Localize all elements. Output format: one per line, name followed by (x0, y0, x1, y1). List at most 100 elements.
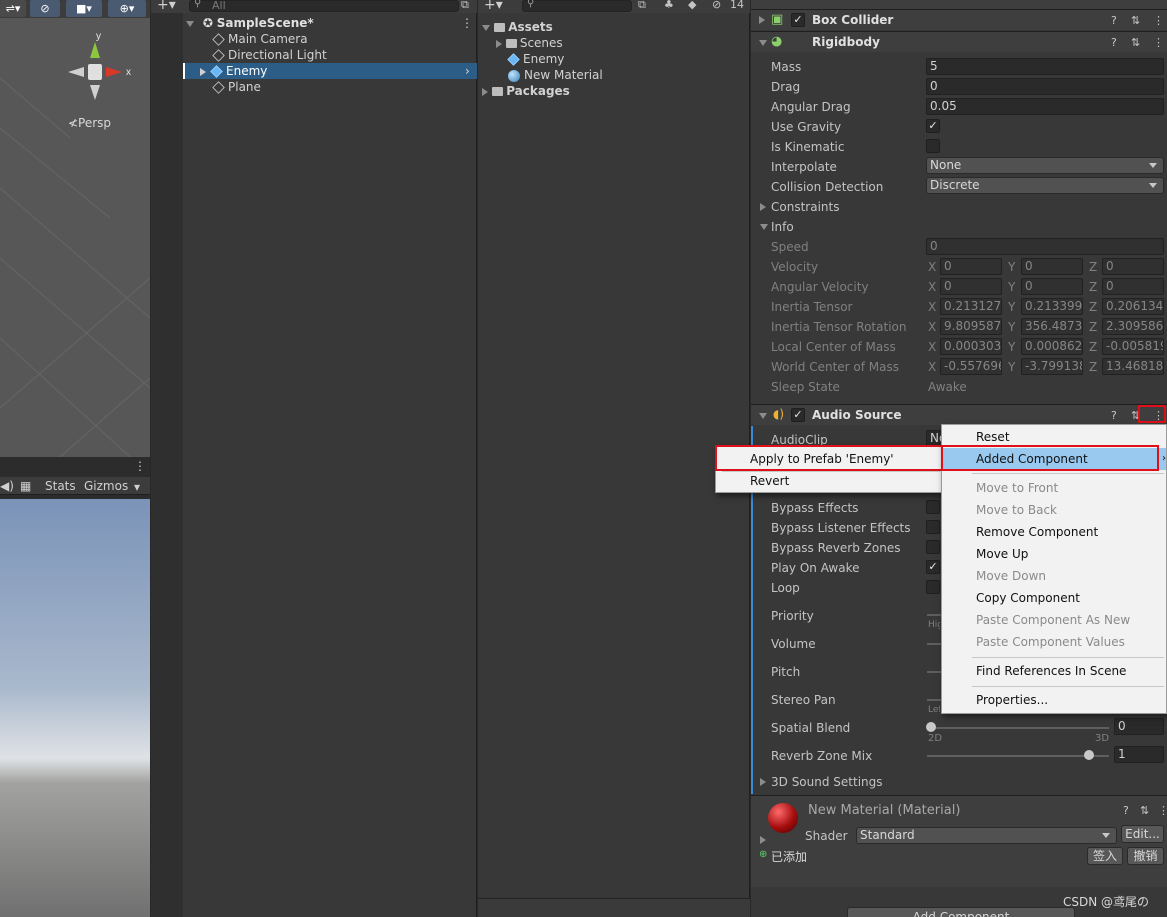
menu-item-move-down[interactable]: Move Down (942, 565, 1166, 587)
reverb-zone-mix-knob[interactable] (1084, 750, 1094, 760)
reverb-zone-mix-field[interactable]: 1 (1114, 746, 1164, 763)
folder-packages[interactable]: Packages (482, 83, 570, 99)
scene-row[interactable]: ✪ SampleScene* ⋮ (183, 15, 477, 31)
more-options-icon[interactable]: ⋮ (134, 459, 146, 473)
menu-item-move-up[interactable]: Move Up (942, 543, 1166, 565)
hierarchy-item-enemy[interactable]: Enemy › (183, 63, 477, 79)
stereo-pan-slider[interactable] (927, 699, 941, 701)
menu-item-move-to-back[interactable]: Move to Back (942, 499, 1166, 521)
expand-triangle-icon[interactable] (760, 836, 766, 844)
revert-item[interactable]: Revert (716, 470, 943, 492)
help-icon[interactable]: ? (1111, 36, 1117, 49)
bypass-listener-checkbox[interactable] (926, 520, 940, 534)
gizmo-menu-button[interactable]: ⊕▾ (108, 0, 146, 17)
menu-item-copy-component[interactable]: Copy Component (942, 587, 1166, 609)
asset-new-material[interactable]: New Material (508, 67, 603, 83)
preset-icon[interactable]: ⇅ (1131, 14, 1140, 27)
mass-field[interactable]: 5 (926, 58, 1164, 75)
reverb-zone-mix-slider[interactable] (927, 755, 1109, 757)
orientation-gizmo[interactable]: y x (60, 30, 132, 102)
help-icon[interactable]: ? (1111, 14, 1117, 27)
spatial-blend-knob[interactable] (926, 722, 936, 732)
expand-triangle-icon[interactable] (482, 87, 488, 96)
folder-scenes[interactable]: Scenes (496, 35, 563, 51)
menu-item-move-to-front[interactable]: Move to Front (942, 477, 1166, 499)
rigidbody-header[interactable]: ◕ Rigidbody ? ⇅ ⋮ (751, 31, 1167, 52)
box-collider-enabled-checkbox[interactable]: ✓ (791, 13, 805, 27)
bypass-reverb-checkbox[interactable] (926, 540, 940, 554)
interpolate-dropdown[interactable]: None (926, 157, 1164, 174)
edit-shader-button[interactable]: Edit... (1121, 825, 1164, 843)
checkin-button[interactable]: 签入 (1087, 847, 1123, 865)
drag-field[interactable]: 0 (926, 78, 1164, 95)
info-foldout[interactable]: Info (771, 220, 794, 234)
menu-item-properties[interactable]: Properties... (942, 689, 1166, 711)
camera-menu-button[interactable]: ■▾ (66, 0, 102, 17)
collision-detection-dropdown[interactable]: Discrete (926, 177, 1164, 194)
scene-menu-icon[interactable]: ⋮ (461, 15, 473, 31)
expand-triangle-icon[interactable] (200, 67, 206, 76)
collapse-triangle-icon[interactable] (759, 40, 767, 46)
filter-type-icon[interactable]: ♣ (664, 0, 674, 11)
audio-source-enabled-checkbox[interactable]: ✓ (791, 408, 805, 422)
audio-icon[interactable]: ◀) (0, 479, 14, 493)
play-on-awake-checkbox[interactable]: ✓ (926, 560, 940, 574)
loop-checkbox[interactable] (926, 580, 940, 594)
label-filter-icon[interactable]: ◆ (688, 0, 696, 11)
shader-dropdown[interactable]: Standard (856, 827, 1117, 844)
box-collider-header[interactable]: ▣ ✓ Box Collider ? ⇅ ⋮ (751, 9, 1167, 30)
add-icon[interactable]: +▾ (157, 0, 176, 13)
collapse-triangle-icon[interactable] (759, 413, 767, 419)
material-menu-icon[interactable]: ⋮ (1158, 804, 1167, 817)
constraints-foldout[interactable]: Constraints (771, 200, 839, 214)
sound-3d-settings-foldout[interactable]: 3D Sound Settings (771, 775, 883, 789)
grid-icon[interactable]: ▦ (20, 479, 31, 493)
help-icon[interactable]: ? (1111, 409, 1117, 422)
visibility-toggle-button[interactable]: ⊘ (30, 0, 60, 17)
lock-icon[interactable]: ⧉ (638, 0, 646, 12)
component-menu-icon[interactable]: ⋮ (1153, 14, 1164, 27)
asset-enemy-prefab[interactable]: Enemy (507, 51, 564, 67)
expand-triangle-icon[interactable] (186, 20, 194, 27)
preset-icon[interactable]: ⇅ (1131, 36, 1140, 49)
game-view[interactable]: ⋮ ◀) ▦ Stats Gizmos ▾ (0, 457, 150, 917)
expand-triangle-icon[interactable] (496, 39, 502, 48)
is-kinematic-checkbox[interactable] (926, 139, 940, 153)
audio-source-header[interactable]: ◖) ✓ Audio Source ? ⇅ ⋮ (751, 404, 1167, 425)
expand-triangle-icon[interactable] (760, 203, 766, 211)
hierarchy-item-main-camera[interactable]: Main Camera (183, 31, 477, 47)
volume-slider[interactable] (927, 643, 941, 645)
menu-item-find-references[interactable]: Find References In Scene (942, 660, 1166, 682)
revert-button[interactable]: 撤销 (1127, 847, 1164, 865)
expand-triangle-icon[interactable] (482, 24, 490, 31)
hierarchy-search-input[interactable]: ⚲ All (189, 0, 459, 12)
angular-drag-field[interactable]: 0.05 (926, 98, 1164, 115)
bypass-effects-checkbox[interactable] (926, 500, 940, 514)
hierarchy-item-plane[interactable]: Plane (183, 79, 477, 95)
help-icon[interactable]: ? (1123, 804, 1129, 817)
collapse-triangle-icon[interactable] (760, 224, 768, 230)
scene-view[interactable]: ⇌▾ ⊘ ■▾ ⊕▾ y x ≮Persp (0, 0, 150, 457)
spatial-blend-slider[interactable] (927, 727, 1109, 729)
spatial-blend-field[interactable]: 0 (1114, 718, 1164, 735)
hierarchy-item-directional-light[interactable]: Directional Light (183, 47, 477, 63)
menu-item-paste-values[interactable]: Paste Component Values (942, 631, 1166, 653)
preset-icon[interactable]: ⇅ (1140, 804, 1149, 817)
hidden-packages-icon[interactable]: ⊘ (712, 0, 721, 11)
create-icon[interactable]: +▾ (484, 0, 503, 13)
folder-assets[interactable]: Assets (482, 19, 553, 35)
component-menu-icon[interactable]: ⋮ (1153, 36, 1164, 49)
gizmos-button[interactable]: Gizmos (84, 479, 128, 493)
menu-item-paste-as-new[interactable]: Paste Component As New (942, 609, 1166, 631)
project-search-input[interactable]: ⚲ (522, 0, 632, 12)
stats-button[interactable]: Stats (45, 479, 76, 493)
tool-handle-button[interactable]: ⇌▾ (0, 0, 26, 17)
use-gravity-checkbox[interactable]: ✓ (926, 119, 940, 133)
persp-label[interactable]: ≮Persp (68, 116, 111, 130)
gizmos-dropdown-icon[interactable]: ▾ (134, 480, 140, 494)
expand-triangle-icon[interactable] (760, 778, 766, 786)
lock-icon[interactable]: ⧉ (461, 0, 469, 12)
chevron-right-icon[interactable]: › (465, 63, 470, 79)
expand-triangle-icon[interactable] (759, 16, 765, 24)
priority-slider[interactable] (927, 614, 941, 616)
